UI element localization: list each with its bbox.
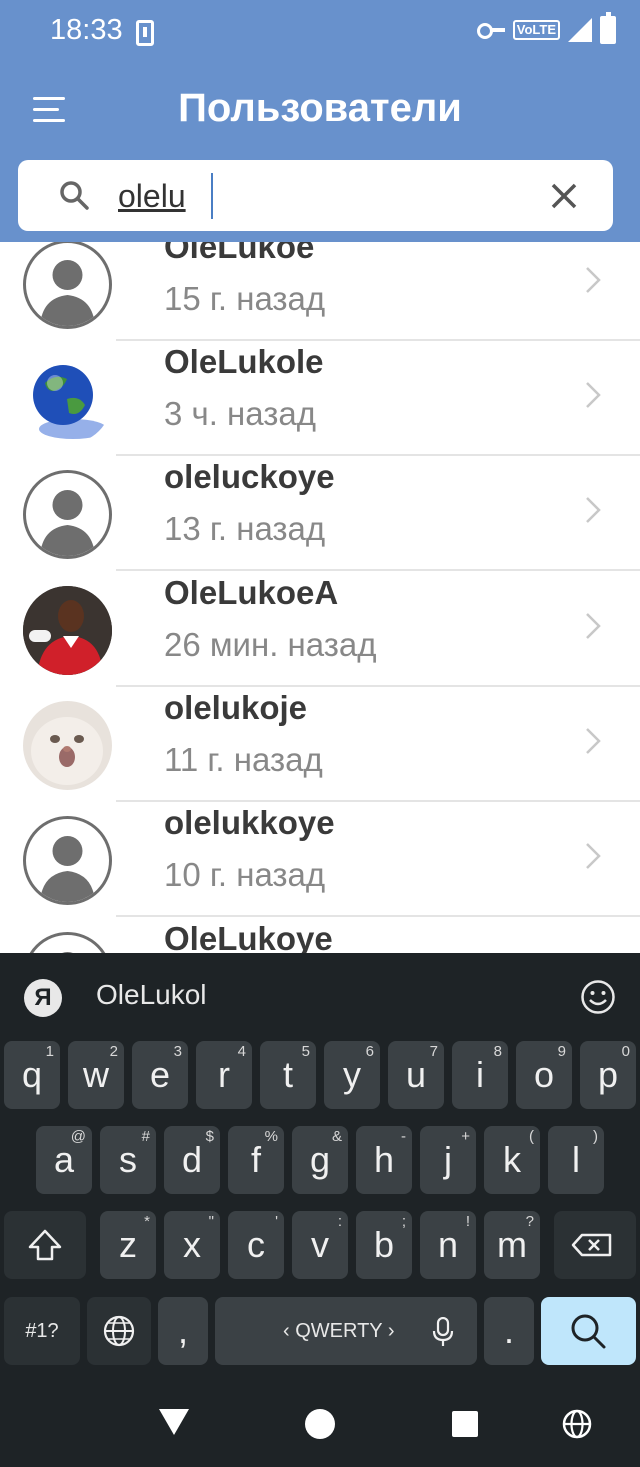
key-u[interactable]: u7 (388, 1041, 444, 1109)
user-name: OleLukoye (164, 920, 333, 953)
shift-key[interactable] (4, 1211, 86, 1279)
key-p[interactable]: p0 (580, 1041, 636, 1109)
chevron-right-icon (586, 382, 601, 408)
key-z[interactable]: z * (100, 1211, 156, 1279)
language-key[interactable] (87, 1297, 151, 1365)
suggestion-bar: Я OleLukol (0, 953, 640, 1037)
page-title: Пользователи (178, 86, 462, 130)
home-icon[interactable] (304, 1408, 336, 1440)
symbols-key[interactable]: #1? (4, 1297, 80, 1365)
key-d[interactable]: d $ (164, 1126, 220, 1194)
key-t[interactable]: t5 (260, 1041, 316, 1109)
divider (116, 569, 640, 571)
last-seen: 3 ч. назад (164, 395, 316, 432)
divider (116, 915, 640, 917)
backspace-key[interactable] (554, 1211, 636, 1279)
key-r[interactable]: r4 (196, 1041, 252, 1109)
cat-avatar (23, 701, 112, 790)
footballer-avatar (23, 586, 112, 675)
user-list: OleLukoe 15 г. назад OleLukole 3 ч. наза… (0, 242, 640, 953)
default-avatar (23, 470, 112, 559)
chevron-right-icon (586, 843, 601, 869)
list-item[interactable]: OleLukoeA 26 мин. назад (0, 572, 640, 687)
default-avatar (23, 816, 112, 905)
key-l[interactable]: l) (548, 1126, 604, 1194)
last-seen: 15 г. назад (164, 280, 326, 317)
key-j[interactable]: j + (420, 1126, 476, 1194)
list-item[interactable]: olelukoje 11 г. назад (0, 687, 640, 802)
key-i[interactable]: i8 (452, 1041, 508, 1109)
chevron-right-icon (586, 613, 601, 639)
user-name: olelukkoye (164, 804, 335, 841)
globe-icon (103, 1315, 135, 1347)
key-h[interactable]: h- (356, 1126, 412, 1194)
globe-icon[interactable] (561, 1408, 593, 1440)
key-x[interactable]: x " (164, 1211, 220, 1279)
user-name: OleLukoeA (164, 574, 339, 611)
key-q[interactable]: q1 (4, 1041, 60, 1109)
key-s[interactable]: s # (100, 1126, 156, 1194)
backspace-icon (571, 1233, 612, 1257)
list-item[interactable]: oleluckoye 13 г. назад (0, 456, 640, 571)
key-v[interactable]: v: (292, 1211, 348, 1279)
user-name: OleLukoe (164, 242, 315, 265)
text-caret (211, 173, 213, 219)
shift-icon (28, 1229, 62, 1261)
user-name: OleLukole (164, 343, 324, 380)
signal-icon (568, 18, 592, 42)
default-avatar (23, 932, 112, 953)
key-c[interactable]: c ' (228, 1211, 284, 1279)
microphone-icon[interactable] (431, 1317, 455, 1347)
user-name: oleluckoye (164, 458, 335, 495)
download-icon (136, 20, 154, 46)
search-key[interactable] (541, 1297, 636, 1365)
key-n[interactable]: n! (420, 1211, 476, 1279)
last-seen: 13 г. назад (164, 510, 326, 547)
word-suggestion[interactable]: OleLukol (96, 979, 207, 1011)
period-key[interactable]: . (484, 1297, 534, 1365)
key-y[interactable]: y6 (324, 1041, 380, 1109)
volte-badge: VoLTE (512, 20, 560, 40)
list-item[interactable]: OleLukole 3 ч. назад (0, 341, 640, 456)
emoji-icon[interactable] (580, 979, 616, 1015)
battery-icon (600, 12, 616, 44)
key-icon (476, 23, 505, 39)
recents-icon[interactable] (451, 1410, 479, 1438)
list-item[interactable]: OleLukoye (0, 918, 640, 953)
search-bar[interactable] (18, 160, 613, 231)
key-f[interactable]: f% (228, 1126, 284, 1194)
last-seen: 10 г. назад (164, 856, 326, 893)
chevron-right-icon (586, 267, 601, 293)
user-name: olelukoje (164, 689, 308, 726)
list-item[interactable]: olelukkoye 10 г. назад (0, 802, 640, 917)
search-input[interactable] (118, 168, 518, 224)
search-icon (571, 1314, 606, 1349)
key-a[interactable]: a @ (36, 1126, 92, 1194)
last-seen: 11 г. назад (164, 741, 323, 778)
key-b[interactable]: b; (356, 1211, 412, 1279)
space-key[interactable]: ‹ QWERTY › (215, 1297, 477, 1365)
key-w[interactable]: w2 (68, 1041, 124, 1109)
key-o[interactable]: o9 (516, 1041, 572, 1109)
yandex-icon[interactable]: Я (24, 979, 62, 1017)
list-item[interactable]: OleLukoe 15 г. назад (0, 242, 640, 341)
key-k[interactable]: k( (484, 1126, 540, 1194)
navigation-bar (0, 1380, 640, 1467)
chevron-right-icon (586, 728, 601, 754)
key-e[interactable]: e3 (132, 1041, 188, 1109)
chevron-right-icon (586, 497, 601, 523)
key-m[interactable]: m? (484, 1211, 540, 1279)
status-time: 18:33 (50, 14, 123, 46)
last-seen: 26 мин. назад (164, 626, 377, 663)
back-icon[interactable] (158, 1408, 190, 1436)
status-icons: VoLTE (476, 12, 616, 44)
close-icon[interactable] (548, 180, 580, 212)
key-g[interactable]: g & (292, 1126, 348, 1194)
app-header: 18:33 VoLTE Пользователи (0, 0, 640, 242)
search-icon (60, 181, 89, 210)
comma-key[interactable]: , (158, 1297, 208, 1365)
default-avatar (23, 242, 112, 329)
globe-avatar (23, 355, 112, 444)
